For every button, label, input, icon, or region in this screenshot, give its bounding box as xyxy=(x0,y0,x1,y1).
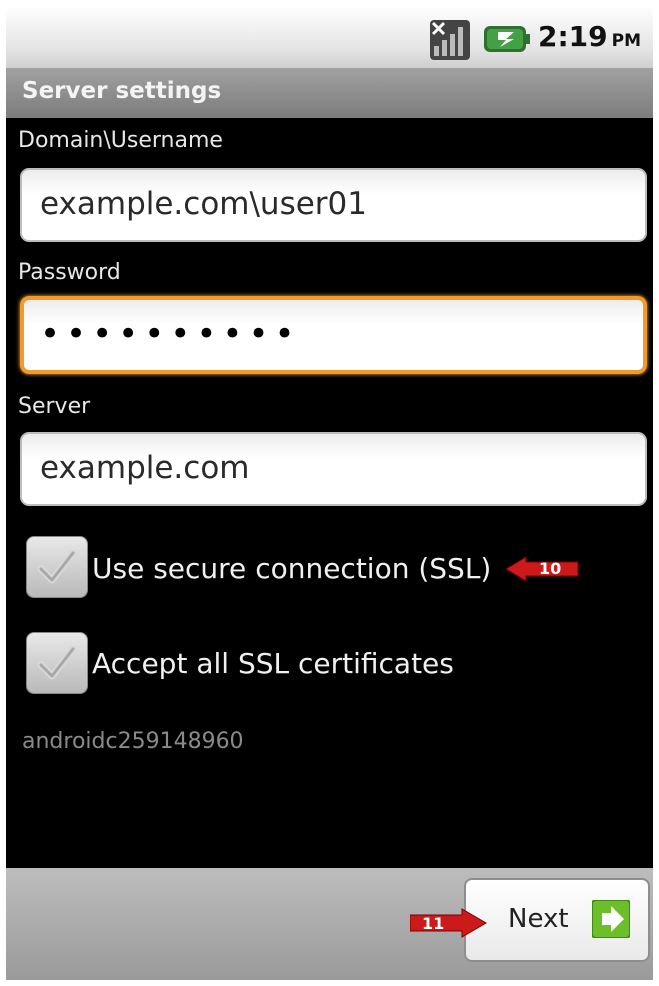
annotation-arrow-11: 11 xyxy=(409,908,488,938)
accept-certs-label: Accept all SSL certificates xyxy=(92,647,454,680)
password-value: •••••••••• xyxy=(40,314,301,354)
checkmark-icon xyxy=(37,645,77,680)
domain-username-value: example.com\user01 xyxy=(40,186,367,222)
annotation-arrow-10: 10 xyxy=(505,556,580,582)
battery-charging-icon xyxy=(484,26,530,52)
title-bar: Server settings xyxy=(6,68,653,118)
domain-username-label: Domain\Username xyxy=(18,128,223,153)
annotation-10-number: 10 xyxy=(539,559,562,578)
signal-no-sim-icon xyxy=(430,20,470,60)
status-bar: 2:19 PM xyxy=(6,6,653,68)
server-field[interactable]: example.com xyxy=(20,432,647,506)
next-button-label: Next xyxy=(508,904,569,934)
accept-certs-checkbox[interactable] xyxy=(26,632,88,694)
phone-screen: 2:19 PM Server settings Domain\Username e… xyxy=(6,6,653,980)
domain-username-field[interactable]: example.com\user01 xyxy=(20,168,647,242)
password-label: Password xyxy=(18,260,121,285)
next-button[interactable]: Next xyxy=(464,878,650,962)
ssl-checkbox[interactable] xyxy=(26,536,88,598)
server-value: example.com xyxy=(40,450,250,486)
clock-ampm: PM xyxy=(611,31,642,51)
checkmark-icon xyxy=(37,549,77,584)
password-field[interactable]: •••••••••• xyxy=(20,296,647,374)
server-label: Server xyxy=(18,394,91,419)
arrow-right-icon xyxy=(592,900,630,938)
status-clock: 2:19 PM xyxy=(538,20,641,53)
account-id-text: androidc259148960 xyxy=(22,729,244,754)
ssl-label: Use secure connection (SSL) xyxy=(92,552,492,585)
page-title: Server settings xyxy=(22,78,222,104)
clock-time: 2:19 xyxy=(538,20,608,53)
annotation-11-number: 11 xyxy=(422,914,445,933)
bottom-bar: Next 11 xyxy=(6,868,653,980)
